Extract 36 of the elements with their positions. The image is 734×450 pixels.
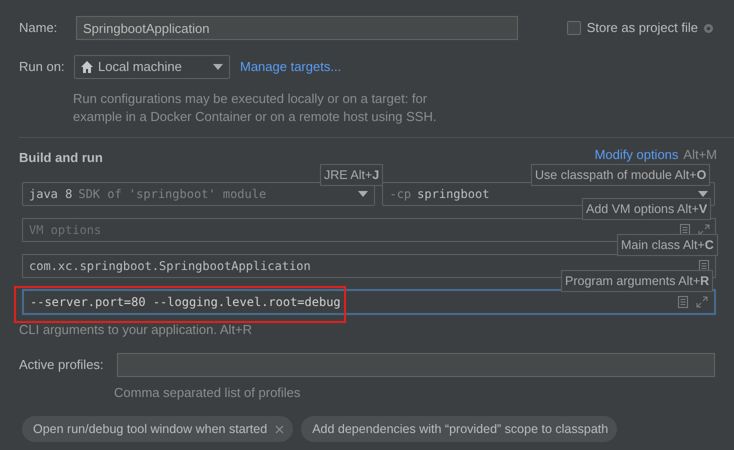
run-on-dropdown[interactable]: Local machine bbox=[74, 55, 230, 79]
checkbox-label: Store as project file bbox=[586, 19, 698, 38]
manage-targets-link[interactable]: Manage targets... bbox=[240, 57, 342, 77]
shortcut-tooltip: Program arguments Alt+R bbox=[561, 270, 714, 292]
jre-value: java 8 bbox=[29, 186, 72, 203]
document-icon bbox=[678, 296, 688, 308]
dropdown-arrow-icon bbox=[358, 191, 368, 197]
field-label: Name: bbox=[19, 19, 58, 38]
option-chip[interactable]: Add dependencies with “provided” scope to classpath bbox=[301, 416, 618, 442]
expand-icon bbox=[698, 224, 710, 236]
jre-dropdown[interactable]: java 8 SDK of 'springboot' module bbox=[22, 182, 376, 206]
run-on-description: Run configurations may be executed locally or on a target: for example in a Docker Container or on a remote host using SSH. bbox=[73, 90, 438, 126]
modify-options-link[interactable]: Modify options bbox=[594, 145, 678, 165]
expand-icon bbox=[696, 296, 708, 308]
active-profiles-field[interactable] bbox=[116, 352, 715, 376]
shortcut-tooltip: Use classpath of module Alt+O bbox=[531, 164, 710, 186]
name-field[interactable]: SpringbootApplication bbox=[76, 16, 518, 40]
field-label: Run on: bbox=[19, 58, 66, 76]
hint-text: Comma separated list of profiles bbox=[114, 384, 302, 402]
dropdown-arrow-icon bbox=[213, 64, 223, 70]
option-chip[interactable]: Open run/debug tool window when started bbox=[22, 416, 294, 442]
classpath-prefix: -cp bbox=[389, 186, 412, 203]
hint-text: CLI arguments to your application. Alt+R bbox=[19, 321, 254, 339]
close-icon[interactable] bbox=[275, 424, 284, 434]
shortcut-tooltip: JRE Alt+J bbox=[320, 164, 384, 186]
jre-hint: SDK of 'springboot' module bbox=[78, 186, 268, 203]
shortcut-tooltip: Add VM options Alt+V bbox=[582, 198, 712, 220]
shortcut-tooltip: Main class Alt+C bbox=[617, 234, 718, 256]
gear-icon[interactable] bbox=[702, 22, 715, 34]
house-icon bbox=[81, 61, 93, 73]
classpath-value: springboot bbox=[417, 186, 490, 203]
checkbox[interactable] bbox=[566, 21, 581, 35]
shortcut-text: Alt+M bbox=[683, 146, 717, 164]
field-label: Active profiles: bbox=[19, 356, 105, 374]
dropdown-arrow-icon bbox=[698, 191, 708, 197]
section-title: Build and run bbox=[19, 149, 103, 168]
